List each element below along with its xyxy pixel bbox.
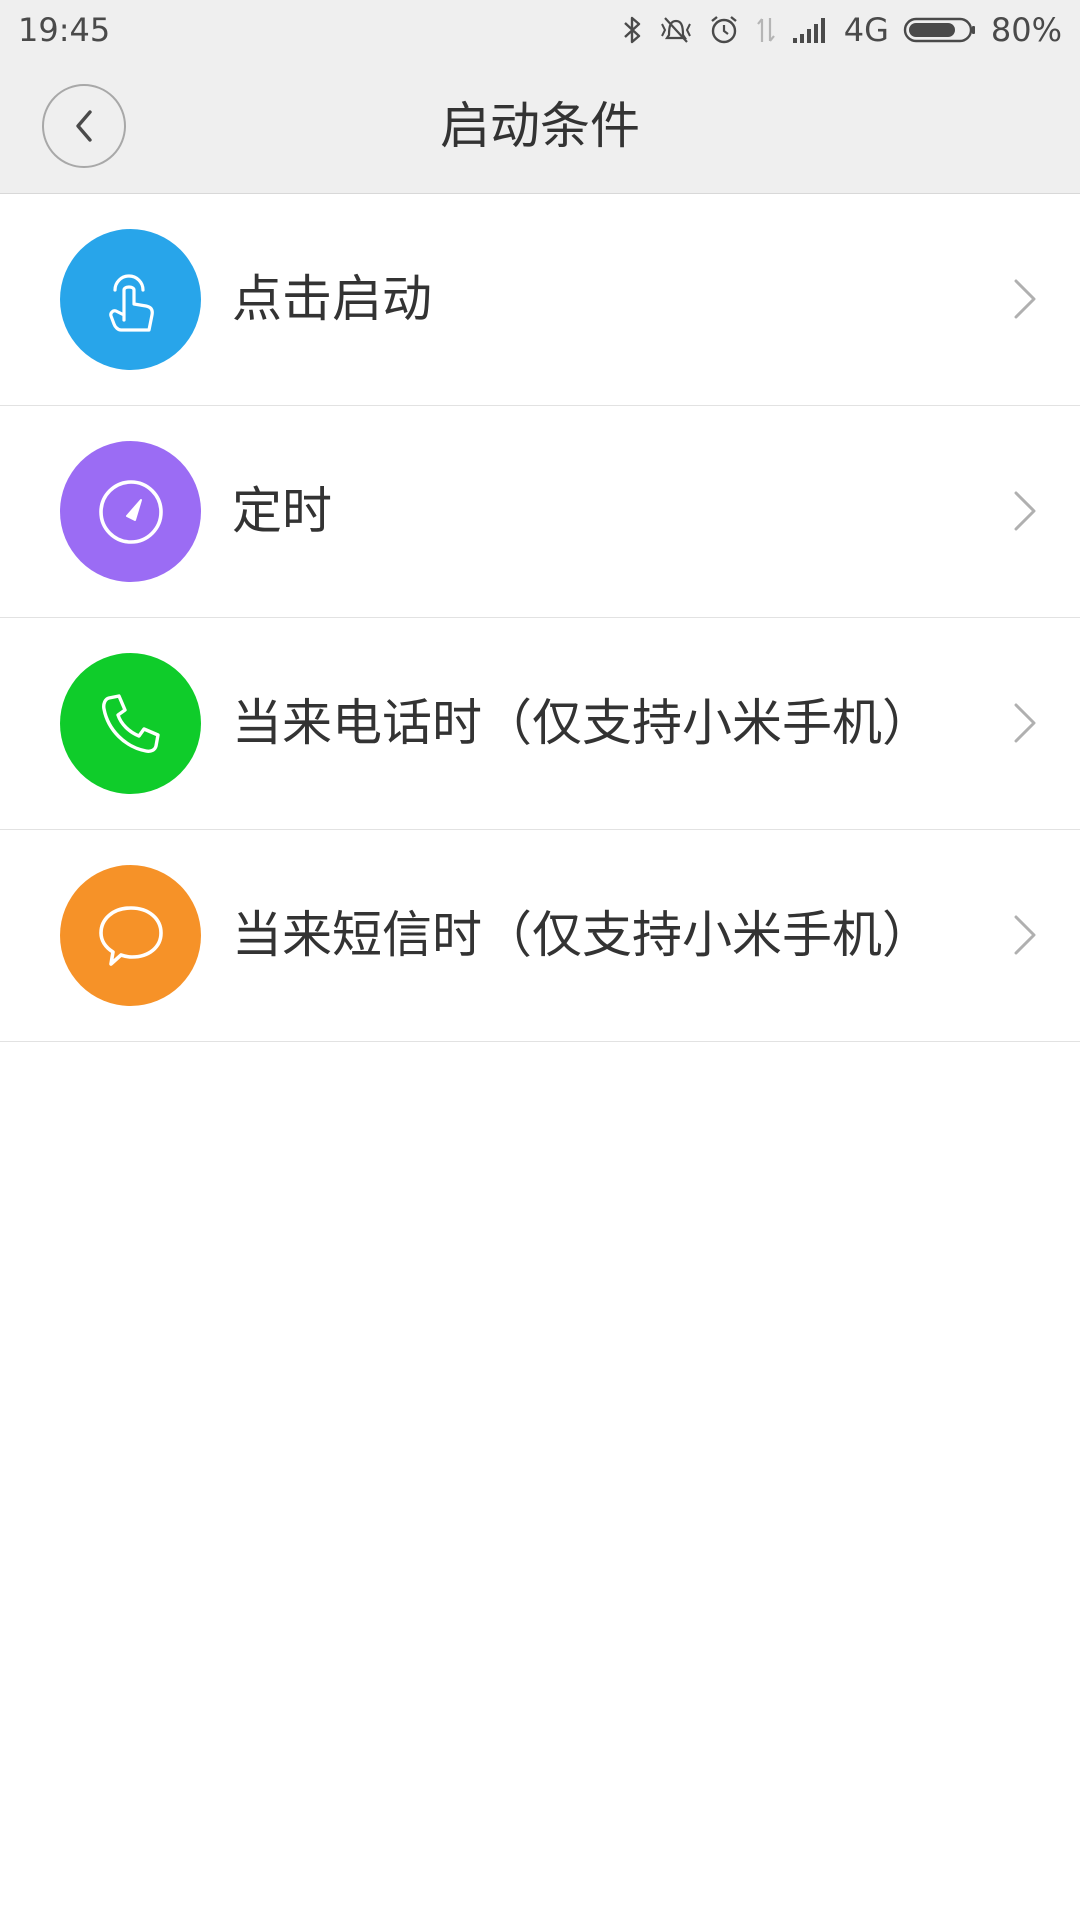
alarm-icon [708,14,740,46]
back-button[interactable] [42,84,126,168]
chevron-right-icon [1014,915,1036,955]
status-bar: 19:45 4G 80% [0,0,1080,60]
timer-icon [98,479,163,544]
chevron-right-icon [1014,491,1036,531]
phone-icon [101,693,160,753]
chevron-right-icon [1014,703,1036,743]
vibrate-off-icon [658,14,694,46]
chevron-right-icon [1014,279,1036,319]
bluetooth-icon [622,14,644,46]
condition-list: 点击启动 定时 当来电话时（仅支持小米手机） 当来短信时（仅支持小米手机） [0,194,1080,1042]
list-item-tap-start[interactable]: 点击启动 [0,194,1080,406]
list-item-label: 点击启动 [232,270,432,328]
signal-icon [792,16,830,44]
tap-finger-icon [108,273,154,332]
status-icons: 4G 80% [622,10,1062,50]
message-bubble-icon [98,905,163,966]
nav-bar: 启动条件 [0,60,1080,193]
icon-circle [60,653,201,794]
page-title: 启动条件 [440,97,640,155]
list-item-label: 定时 [232,482,332,540]
icon-circle [60,441,201,582]
chevron-left-icon [76,110,92,142]
list-item-incoming-call[interactable]: 当来电话时（仅支持小米手机） [0,618,1080,830]
top-area: 19:45 4G 80% 启动条件 [0,0,1080,194]
list-item-timer[interactable]: 定时 [0,406,1080,618]
data-arrows-icon [754,14,778,46]
icon-circle [60,865,201,1006]
list-item-label: 当来短信时（仅支持小米手机） [232,906,932,964]
icon-circle [60,229,201,370]
list-item-incoming-sms[interactable]: 当来短信时（仅支持小米手机） [0,830,1080,1042]
battery-icon [903,15,977,45]
network-type: 4G [843,11,889,49]
status-time: 19:45 [18,11,111,49]
battery-percent: 80% [990,11,1062,49]
list-item-label: 当来电话时（仅支持小米手机） [232,694,932,752]
